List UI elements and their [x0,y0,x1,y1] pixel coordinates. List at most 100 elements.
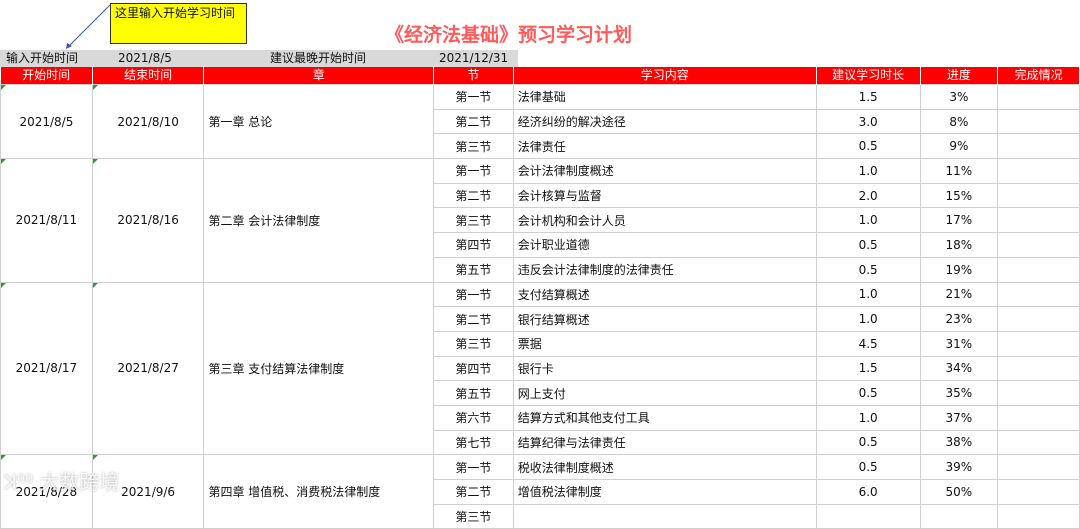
section-cell[interactable]: 第四节 [433,232,514,258]
section-cell[interactable]: 第三节 [433,330,514,357]
column-header[interactable]: 节 [433,67,514,85]
progress-cell[interactable]: 31% [919,330,999,357]
status-cell[interactable] [997,133,1080,160]
hours-cell[interactable]: 3.0 [815,108,921,135]
end-date-cell[interactable]: 2021/8/10 [91,83,205,160]
status-cell[interactable] [997,429,1080,456]
section-cell[interactable]: 第一节 [433,84,514,110]
hours-cell[interactable]: 6.0 [815,479,921,505]
progress-cell[interactable]: 35% [919,380,999,406]
hours-cell[interactable]: 1.0 [815,404,921,431]
progress-cell[interactable]: 17% [919,207,999,234]
hours-cell[interactable]: 1.5 [815,355,921,382]
status-cell[interactable] [997,479,1080,505]
hours-cell[interactable]: 1.0 [815,306,921,332]
status-cell[interactable] [997,281,1080,308]
hours-cell[interactable]: 1.0 [815,207,921,234]
hours-cell[interactable]: 1.0 [815,281,921,308]
hours-cell[interactable]: 0.5 [815,133,921,160]
content-cell[interactable]: 法律责任 [512,133,817,160]
section-cell[interactable]: 第二节 [433,306,514,332]
content-cell[interactable]: 违反会计法律制度的法律责任 [512,256,817,283]
progress-cell[interactable]: 3% [919,84,999,110]
content-cell[interactable]: 经济纠纷的解决途径 [512,108,817,135]
hours-cell[interactable] [815,503,921,529]
section-cell[interactable]: 第一节 [433,281,514,308]
end-date-cell[interactable]: 2021/8/27 [91,281,205,456]
content-cell[interactable]: 银行结算概述 [512,306,817,332]
content-cell[interactable]: 法律基础 [512,84,817,110]
progress-cell[interactable]: 21% [919,281,999,308]
hours-cell[interactable]: 0.5 [815,256,921,283]
status-cell[interactable] [997,380,1080,406]
progress-cell[interactable]: 11% [919,158,999,184]
status-cell[interactable] [997,306,1080,332]
section-cell[interactable]: 第一节 [433,158,514,184]
status-cell[interactable] [997,330,1080,357]
start-date-cell[interactable]: 2021/8/17 [0,281,93,456]
start-time-input[interactable]: 2021/8/5 [118,51,172,66]
section-cell[interactable]: 第三节 [433,503,514,529]
status-cell[interactable] [997,207,1080,234]
progress-cell[interactable]: 8% [919,108,999,135]
progress-cell[interactable]: 9% [919,133,999,160]
chapter-cell[interactable]: 第二章 会计法律制度 [203,158,435,283]
chapter-cell[interactable]: 第一章 总论 [203,83,435,160]
hours-cell[interactable]: 4.5 [815,330,921,357]
status-cell[interactable] [997,182,1080,209]
progress-cell[interactable]: 19% [919,256,999,283]
status-cell[interactable] [997,232,1080,258]
progress-cell[interactable]: 50% [919,479,999,505]
content-cell[interactable]: 结算纪律与法律责任 [512,429,817,456]
progress-cell[interactable]: 15% [919,182,999,209]
progress-cell[interactable]: 39% [919,454,999,480]
start-date-cell[interactable]: 2021/8/5 [0,83,93,160]
section-cell[interactable]: 第一节 [433,454,514,480]
content-cell[interactable]: 税收法律制度概述 [512,454,817,480]
column-header[interactable]: 开始时间 [0,67,93,85]
content-cell[interactable]: 会计机构和会计人员 [512,207,817,234]
status-cell[interactable] [997,404,1080,431]
start-date-cell[interactable]: 2021/8/11 [0,158,93,283]
chapter-cell[interactable]: 第三章 支付结算法律制度 [203,281,435,456]
status-cell[interactable] [997,503,1080,529]
status-cell[interactable] [997,158,1080,184]
section-cell[interactable]: 第二节 [433,108,514,135]
content-cell[interactable]: 会计职业道德 [512,232,817,258]
progress-cell[interactable]: 34% [919,355,999,382]
content-cell[interactable]: 会计法律制度概述 [512,158,817,184]
progress-cell[interactable]: 23% [919,306,999,332]
hours-cell[interactable]: 0.5 [815,454,921,480]
column-header[interactable]: 建议学习时长 [816,67,921,85]
chapter-cell[interactable]: 第四章 增值税、消费税法律制度 [203,454,435,529]
status-cell[interactable] [997,108,1080,135]
section-cell[interactable]: 第二节 [433,182,514,209]
section-cell[interactable]: 第七节 [433,429,514,456]
column-header[interactable]: 结束时间 [92,67,205,85]
content-cell[interactable]: 银行卡 [512,355,817,382]
hours-cell[interactable]: 2.0 [815,182,921,209]
progress-cell[interactable] [919,503,999,529]
status-cell[interactable] [997,355,1080,382]
hours-cell[interactable]: 1.0 [815,158,921,184]
content-cell[interactable] [512,503,817,529]
content-cell[interactable]: 增值税法律制度 [512,479,817,505]
content-cell[interactable]: 会计核算与监督 [512,182,817,209]
status-cell[interactable] [997,454,1080,480]
column-header[interactable]: 完成情况 [997,67,1080,85]
content-cell[interactable]: 网上支付 [512,380,817,406]
section-cell[interactable]: 第三节 [433,207,514,234]
content-cell[interactable]: 支付结算概述 [512,281,817,308]
section-cell[interactable]: 第六节 [433,404,514,431]
status-cell[interactable] [997,256,1080,283]
hours-cell[interactable]: 1.5 [815,84,921,110]
content-cell[interactable]: 结算方式和其他支付工具 [512,404,817,431]
section-cell[interactable]: 第四节 [433,355,514,382]
column-header[interactable]: 学习内容 [513,67,817,85]
progress-cell[interactable]: 18% [919,232,999,258]
status-cell[interactable] [997,84,1080,110]
section-cell[interactable]: 第三节 [433,133,514,160]
progress-cell[interactable]: 38% [919,429,999,456]
section-cell[interactable]: 第五节 [433,380,514,406]
progress-cell[interactable]: 37% [919,404,999,431]
